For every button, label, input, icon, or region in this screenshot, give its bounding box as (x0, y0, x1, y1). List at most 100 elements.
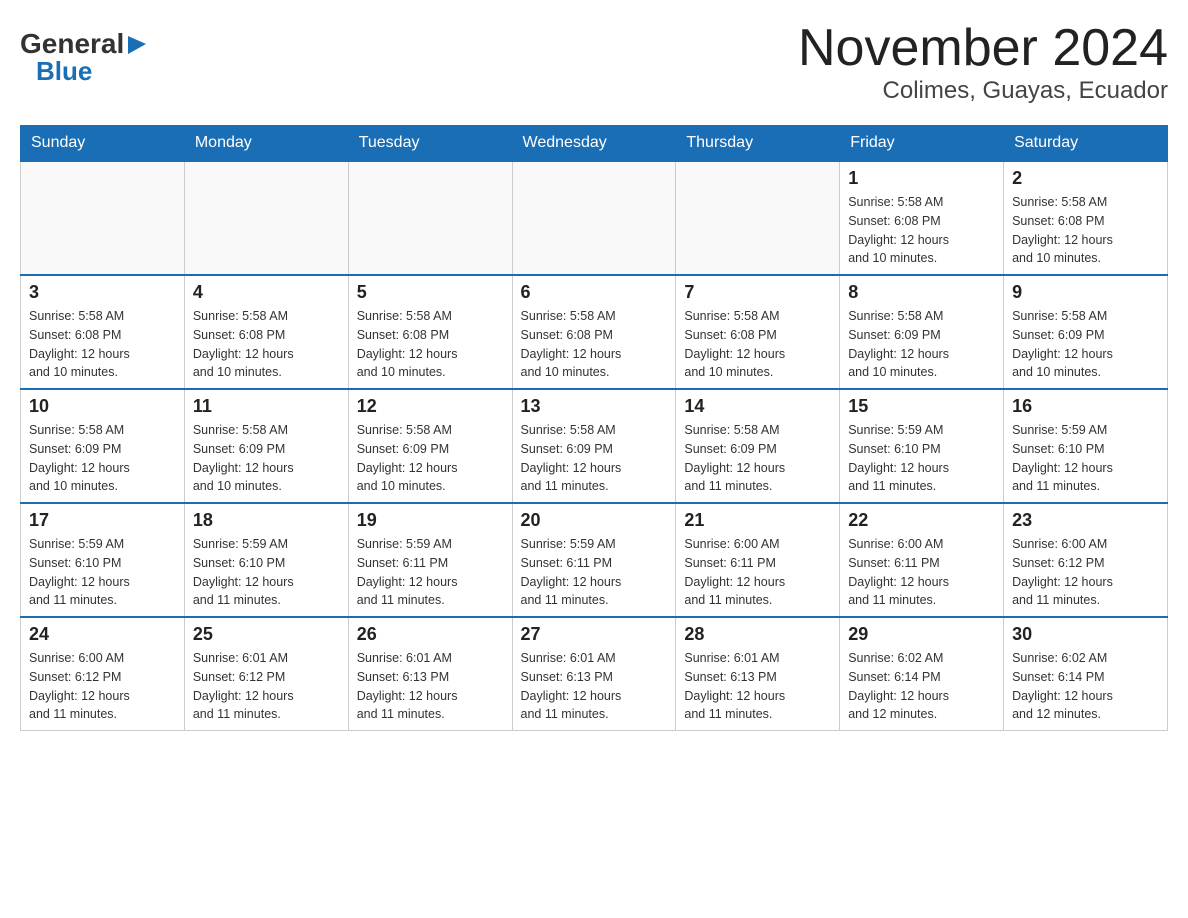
day-number: 30 (1012, 624, 1159, 645)
calendar-cell: 25 Sunrise: 6:01 AM Sunset: 6:12 PM Dayli… (184, 617, 348, 731)
day-info: Sunrise: 5:58 AM Sunset: 6:09 PM Dayligh… (357, 421, 504, 496)
calendar-cell: 30 Sunrise: 6:02 AM Sunset: 6:14 PM Dayli… (1004, 617, 1168, 731)
day-number: 10 (29, 396, 176, 417)
calendar-week-4: 17Sunrise: 5:59 AM Sunset: 6:10 PM Dayli… (21, 503, 1168, 617)
calendar-cell: 17Sunrise: 5:59 AM Sunset: 6:10 PM Dayli… (21, 503, 185, 617)
calendar-cell: 12 Sunrise: 5:58 AM Sunset: 6:09 PM Dayli… (348, 389, 512, 503)
calendar-cell: 2 Sunrise: 5:58 AM Sunset: 6:08 PM Daylig… (1004, 161, 1168, 275)
day-info: Sunrise: 5:58 AM Sunset: 6:09 PM Dayligh… (684, 421, 831, 496)
day-info: Sunrise: 6:02 AM Sunset: 6:14 PM Dayligh… (848, 649, 995, 724)
day-info: Sunrise: 5:58 AM Sunset: 6:09 PM Dayligh… (193, 421, 340, 496)
calendar-cell: 7 Sunrise: 5:58 AM Sunset: 6:08 PM Daylig… (676, 275, 840, 389)
day-number: 22 (848, 510, 995, 531)
calendar-cell: 27Sunrise: 6:01 AM Sunset: 6:13 PM Dayli… (512, 617, 676, 731)
day-info: Sunrise: 5:59 AM Sunset: 6:10 PM Dayligh… (848, 421, 995, 496)
calendar-week-1: 1 Sunrise: 5:58 AM Sunset: 6:08 PM Daylig… (21, 161, 1168, 275)
day-info: Sunrise: 5:58 AM Sunset: 6:08 PM Dayligh… (29, 307, 176, 382)
calendar-cell: 29 Sunrise: 6:02 AM Sunset: 6:14 PM Dayli… (840, 617, 1004, 731)
calendar-cell: 28 Sunrise: 6:01 AM Sunset: 6:13 PM Dayli… (676, 617, 840, 731)
calendar-cell (512, 161, 676, 275)
day-info: Sunrise: 5:58 AM Sunset: 6:08 PM Dayligh… (1012, 193, 1159, 268)
day-number: 1 (848, 168, 995, 189)
calendar-cell: 8 Sunrise: 5:58 AM Sunset: 6:09 PM Daylig… (840, 275, 1004, 389)
calendar-cell: 16 Sunrise: 5:59 AM Sunset: 6:10 PM Dayli… (1004, 389, 1168, 503)
calendar-cell (184, 161, 348, 275)
calendar-cell: 18Sunrise: 5:59 AM Sunset: 6:10 PM Dayli… (184, 503, 348, 617)
day-info: Sunrise: 5:58 AM Sunset: 6:08 PM Dayligh… (193, 307, 340, 382)
calendar-cell: 15 Sunrise: 5:59 AM Sunset: 6:10 PM Dayli… (840, 389, 1004, 503)
calendar-week-3: 10 Sunrise: 5:58 AM Sunset: 6:09 PM Dayli… (21, 389, 1168, 503)
day-info: Sunrise: 6:01 AM Sunset: 6:12 PM Dayligh… (193, 649, 340, 724)
day-info: Sunrise: 5:59 AM Sunset: 6:11 PM Dayligh… (521, 535, 668, 610)
logo: General Blue (20, 20, 148, 85)
day-number: 3 (29, 282, 176, 303)
day-number: 27 (521, 624, 668, 645)
day-number: 23 (1012, 510, 1159, 531)
day-number: 25 (193, 624, 340, 645)
day-info: Sunrise: 6:00 AM Sunset: 6:11 PM Dayligh… (848, 535, 995, 610)
day-number: 17 (29, 510, 176, 531)
calendar-cell: 11 Sunrise: 5:58 AM Sunset: 6:09 PM Dayli… (184, 389, 348, 503)
logo-arrow-icon (126, 34, 148, 56)
calendar-week-5: 24 Sunrise: 6:00 AM Sunset: 6:12 PM Dayli… (21, 617, 1168, 731)
day-number: 11 (193, 396, 340, 417)
day-info: Sunrise: 6:01 AM Sunset: 6:13 PM Dayligh… (357, 649, 504, 724)
calendar-cell: 6 Sunrise: 5:58 AM Sunset: 6:08 PM Daylig… (512, 275, 676, 389)
day-info: Sunrise: 6:01 AM Sunset: 6:13 PM Dayligh… (684, 649, 831, 724)
day-number: 4 (193, 282, 340, 303)
calendar-cell: 13Sunrise: 5:58 AM Sunset: 6:09 PM Dayli… (512, 389, 676, 503)
calendar-cell: 22 Sunrise: 6:00 AM Sunset: 6:11 PM Dayli… (840, 503, 1004, 617)
calendar-cell: 26 Sunrise: 6:01 AM Sunset: 6:13 PM Dayli… (348, 617, 512, 731)
calendar-cell: 24 Sunrise: 6:00 AM Sunset: 6:12 PM Dayli… (21, 617, 185, 731)
weekday-header-monday: Monday (184, 126, 348, 162)
day-info: Sunrise: 5:58 AM Sunset: 6:08 PM Dayligh… (684, 307, 831, 382)
day-number: 12 (357, 396, 504, 417)
page-subtitle: Colimes, Guayas, Ecuador (798, 77, 1168, 105)
day-info: Sunrise: 5:58 AM Sunset: 6:09 PM Dayligh… (848, 307, 995, 382)
day-info: Sunrise: 5:58 AM Sunset: 6:08 PM Dayligh… (357, 307, 504, 382)
day-info: Sunrise: 6:02 AM Sunset: 6:14 PM Dayligh… (1012, 649, 1159, 724)
calendar-cell: 14Sunrise: 5:58 AM Sunset: 6:09 PM Dayli… (676, 389, 840, 503)
day-number: 5 (357, 282, 504, 303)
weekday-header-row: SundayMondayTuesdayWednesdayThursdayFrid… (21, 126, 1168, 162)
day-info: Sunrise: 5:58 AM Sunset: 6:08 PM Dayligh… (521, 307, 668, 382)
day-number: 21 (684, 510, 831, 531)
day-info: Sunrise: 5:59 AM Sunset: 6:10 PM Dayligh… (1012, 421, 1159, 496)
day-number: 29 (848, 624, 995, 645)
calendar-cell (676, 161, 840, 275)
calendar-cell: 19 Sunrise: 5:59 AM Sunset: 6:11 PM Dayli… (348, 503, 512, 617)
calendar-cell: 5 Sunrise: 5:58 AM Sunset: 6:08 PM Daylig… (348, 275, 512, 389)
day-info: Sunrise: 5:58 AM Sunset: 6:09 PM Dayligh… (1012, 307, 1159, 382)
day-number: 19 (357, 510, 504, 531)
day-info: Sunrise: 5:59 AM Sunset: 6:11 PM Dayligh… (357, 535, 504, 610)
calendar-table: SundayMondayTuesdayWednesdayThursdayFrid… (20, 125, 1168, 731)
day-number: 9 (1012, 282, 1159, 303)
day-info: Sunrise: 6:00 AM Sunset: 6:12 PM Dayligh… (29, 649, 176, 724)
day-number: 16 (1012, 396, 1159, 417)
day-number: 15 (848, 396, 995, 417)
day-number: 2 (1012, 168, 1159, 189)
day-number: 6 (521, 282, 668, 303)
weekday-header-tuesday: Tuesday (348, 126, 512, 162)
weekday-header-saturday: Saturday (1004, 126, 1168, 162)
calendar-week-2: 3 Sunrise: 5:58 AM Sunset: 6:08 PM Daylig… (21, 275, 1168, 389)
day-info: Sunrise: 6:00 AM Sunset: 6:11 PM Dayligh… (684, 535, 831, 610)
day-number: 8 (848, 282, 995, 303)
logo-blue-text: Blue (36, 56, 92, 86)
day-info: Sunrise: 5:58 AM Sunset: 6:09 PM Dayligh… (521, 421, 668, 496)
calendar-cell (21, 161, 185, 275)
weekday-header-wednesday: Wednesday (512, 126, 676, 162)
day-number: 26 (357, 624, 504, 645)
calendar-cell: 3 Sunrise: 5:58 AM Sunset: 6:08 PM Daylig… (21, 275, 185, 389)
day-number: 20 (521, 510, 668, 531)
day-number: 7 (684, 282, 831, 303)
weekday-header-sunday: Sunday (21, 126, 185, 162)
day-number: 18 (193, 510, 340, 531)
logo-general-text: General (20, 30, 124, 58)
calendar-cell: 4 Sunrise: 5:58 AM Sunset: 6:08 PM Daylig… (184, 275, 348, 389)
weekday-header-friday: Friday (840, 126, 1004, 162)
day-number: 28 (684, 624, 831, 645)
day-number: 24 (29, 624, 176, 645)
calendar-cell: 10Sunrise: 5:58 AM Sunset: 6:09 PM Dayli… (21, 389, 185, 503)
calendar-cell: 9 Sunrise: 5:58 AM Sunset: 6:09 PM Daylig… (1004, 275, 1168, 389)
